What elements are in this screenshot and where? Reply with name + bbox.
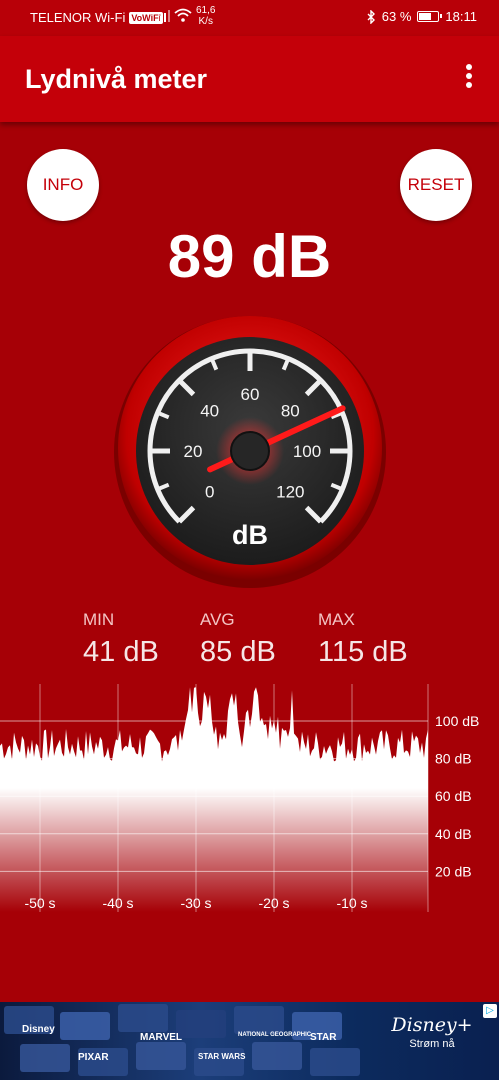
gauge-tick-label: 40	[200, 402, 219, 421]
ad-tile-label: NATIONAL GEOGRAPHIC	[238, 1032, 312, 1038]
speed-value: 61,6	[196, 5, 216, 16]
current-level-readout: 89 dB	[167, 223, 332, 290]
stat-avg-label: AVG	[200, 610, 235, 629]
gauge-tick-label: 100	[293, 442, 321, 461]
ad-tile-label: STAR WARS	[198, 1052, 246, 1061]
wifi-icon	[174, 8, 192, 22]
graph-y-labels: 100 dB 80 dB 60 dB 40 dB 20 dB	[435, 713, 479, 879]
graph-y-label: 80 dB	[435, 751, 472, 767]
stat-min-value: 41 dB	[83, 636, 159, 668]
gauge-tick-label: 80	[281, 402, 300, 421]
more-vert-icon[interactable]	[459, 64, 479, 94]
cell-signal-icon	[156, 10, 170, 22]
graph-x-label: -40 s	[102, 895, 133, 911]
gauge-tick-label: 0	[205, 482, 214, 501]
carrier-label: TELENOR Wi-Fi	[30, 10, 126, 25]
db-gauge: 0 20 40 60 80 100 120 dB	[114, 316, 386, 588]
graph-x-label: -30 s	[180, 895, 211, 911]
graph-y-label: 20 dB	[435, 863, 472, 879]
status-bar: TELENOR Wi-Fi VoWiFi 61,6 K/s 63 % 18:11	[0, 0, 499, 36]
gauge-hub	[230, 431, 270, 471]
battery-icon	[417, 11, 443, 22]
battery-percent: 63 %	[381, 9, 412, 24]
graph-y-label: 60 dB	[435, 788, 472, 804]
graph-x-label: -10 s	[336, 895, 367, 911]
ad-cta[interactable]: Strøm nå	[377, 1038, 487, 1050]
stat-avg: AVG 85 dB	[200, 610, 276, 669]
gauge-tick-label: 60	[241, 385, 260, 404]
bluetooth-icon	[367, 9, 375, 24]
ad-tile-label: Disney	[22, 1024, 55, 1035]
ad-brand-logo: Disney+	[391, 1014, 473, 1036]
app-title: Lydnivå meter	[25, 64, 208, 94]
ad-choices-icon[interactable]: ▷	[483, 1004, 497, 1018]
app-bar: Lydnivå meter	[0, 36, 499, 122]
stat-max-label: MAX	[318, 610, 355, 629]
ad-banner[interactable]: Disney PIXAR MARVEL STAR WARS NATIONAL G…	[0, 1002, 499, 1080]
info-button[interactable]: INFO	[27, 149, 99, 221]
graph-x-label: -50 s	[24, 895, 55, 911]
network-speed: 61,6 K/s	[196, 5, 215, 27]
graph-y-label: 40 dB	[435, 826, 472, 842]
graph-y-label: 100 dB	[435, 713, 479, 729]
gauge-tick-label: 20	[184, 442, 203, 461]
reset-button[interactable]: RESET	[400, 149, 472, 221]
ad-tile-label: STAR	[310, 1032, 337, 1043]
clock: 18:11	[445, 9, 477, 24]
ad-tile-label: PIXAR	[78, 1052, 109, 1063]
gauge-unit: dB	[232, 520, 268, 550]
ad-tile-label: MARVEL	[140, 1032, 183, 1043]
gauge-tick-label: 120	[276, 482, 304, 501]
stat-min: MIN 41 dB	[83, 610, 159, 669]
stat-min-label: MIN	[83, 610, 115, 629]
graph-x-label: -20 s	[258, 895, 289, 911]
ad-disney-plus[interactable]: Disney+ Strøm nå	[377, 1014, 487, 1074]
stat-max: MAX 115 dB	[318, 610, 408, 669]
stat-avg-value: 85 dB	[200, 636, 276, 668]
stat-max-value: 115 dB	[318, 636, 408, 668]
speed-unit: K/s	[198, 16, 213, 27]
level-history-graph: 100 dB 80 dB 60 dB 40 dB 20 dB -50 s -40 s -30…	[0, 684, 479, 912]
